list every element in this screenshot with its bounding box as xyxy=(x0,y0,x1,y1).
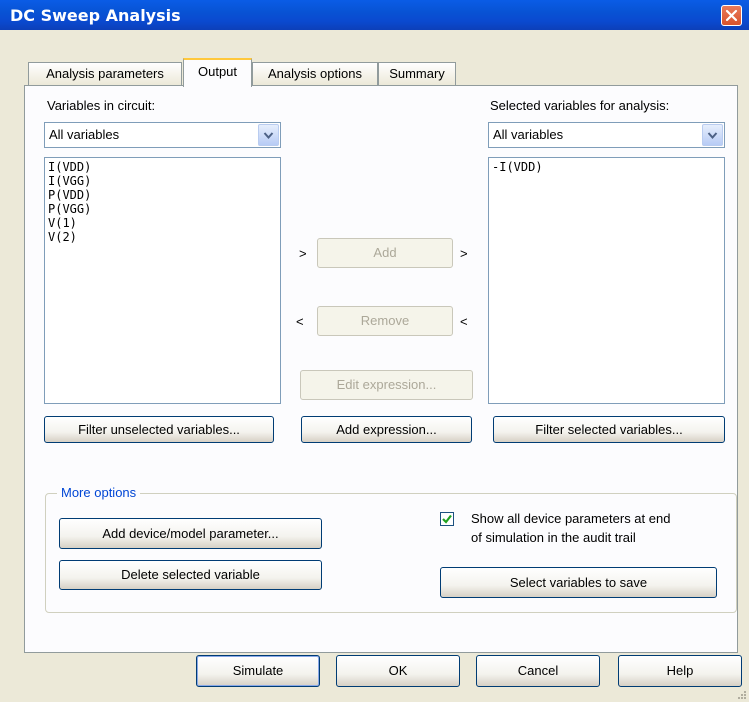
add-chevron-right: > xyxy=(460,246,468,261)
selected-variables-list[interactable]: -I(VDD) xyxy=(488,157,725,404)
help-button[interactable]: Help xyxy=(618,655,742,687)
variables-in-circuit-label: Variables in circuit: xyxy=(47,98,156,113)
list-item[interactable]: -I(VDD) xyxy=(492,160,721,174)
tab-summary[interactable]: Summary xyxy=(378,62,456,85)
resize-grip-icon[interactable] xyxy=(737,690,747,700)
delete-selected-variable-button[interactable]: Delete selected variable xyxy=(59,560,322,590)
add-button[interactable]: Add xyxy=(317,238,453,268)
combo-value: All variables xyxy=(49,127,120,142)
add-expression-button[interactable]: Add expression... xyxy=(301,416,472,443)
tab-analysis-options[interactable]: Analysis options xyxy=(252,62,378,85)
list-item[interactable]: P(VGG) xyxy=(48,202,277,216)
checkbox-label-line2: of simulation in the audit trail xyxy=(471,530,636,545)
filter-unselected-variables-button[interactable]: Filter unselected variables... xyxy=(44,416,274,443)
dropdown-button[interactable] xyxy=(258,124,279,146)
list-item[interactable]: P(VDD) xyxy=(48,188,277,202)
ok-button[interactable]: OK xyxy=(336,655,460,687)
checkbox-label-line1: Show all device parameters at end xyxy=(471,511,671,526)
remove-chevron-right: < xyxy=(460,314,468,329)
selected-variables-combo[interactable]: All variables xyxy=(488,122,725,148)
variables-in-circuit-combo[interactable]: All variables xyxy=(44,122,281,148)
circuit-variables-list[interactable]: I(VDD) I(VGG) P(VDD) P(VGG) V(1) V(2) xyxy=(44,157,281,404)
list-item[interactable]: I(VDD) xyxy=(48,160,277,174)
filter-selected-variables-button[interactable]: Filter selected variables... xyxy=(493,416,725,443)
cancel-button[interactable]: Cancel xyxy=(476,655,600,687)
select-variables-to-save-button[interactable]: Select variables to save xyxy=(440,567,717,598)
simulate-button[interactable]: Simulate xyxy=(196,655,320,687)
tab-analysis-parameters[interactable]: Analysis parameters xyxy=(28,62,182,85)
chevron-down-icon xyxy=(707,132,718,140)
window-title: DC Sweep Analysis xyxy=(10,6,181,25)
close-button[interactable] xyxy=(721,5,742,26)
tab-output[interactable]: Output xyxy=(183,58,252,87)
show-device-parameters-checkbox[interactable] xyxy=(440,512,454,526)
title-bar: DC Sweep Analysis xyxy=(0,0,749,30)
list-item[interactable]: I(VGG) xyxy=(48,174,277,188)
dropdown-button[interactable] xyxy=(702,124,723,146)
list-item[interactable]: V(2) xyxy=(48,230,277,244)
close-icon xyxy=(725,9,738,22)
selected-variables-label: Selected variables for analysis: xyxy=(490,98,670,113)
list-item[interactable]: V(1) xyxy=(48,216,277,230)
more-options-label: More options xyxy=(57,485,141,500)
add-device-model-parameter-button[interactable]: Add device/model parameter... xyxy=(59,518,322,549)
combo-value: All variables xyxy=(493,127,564,142)
edit-expression-button[interactable]: Edit expression... xyxy=(300,370,473,400)
remove-button[interactable]: Remove xyxy=(317,306,453,336)
remove-chevron-left: < xyxy=(296,314,304,329)
chevron-down-icon xyxy=(263,132,274,140)
add-chevron-left: > xyxy=(299,246,307,261)
checkmark-icon xyxy=(442,514,452,524)
